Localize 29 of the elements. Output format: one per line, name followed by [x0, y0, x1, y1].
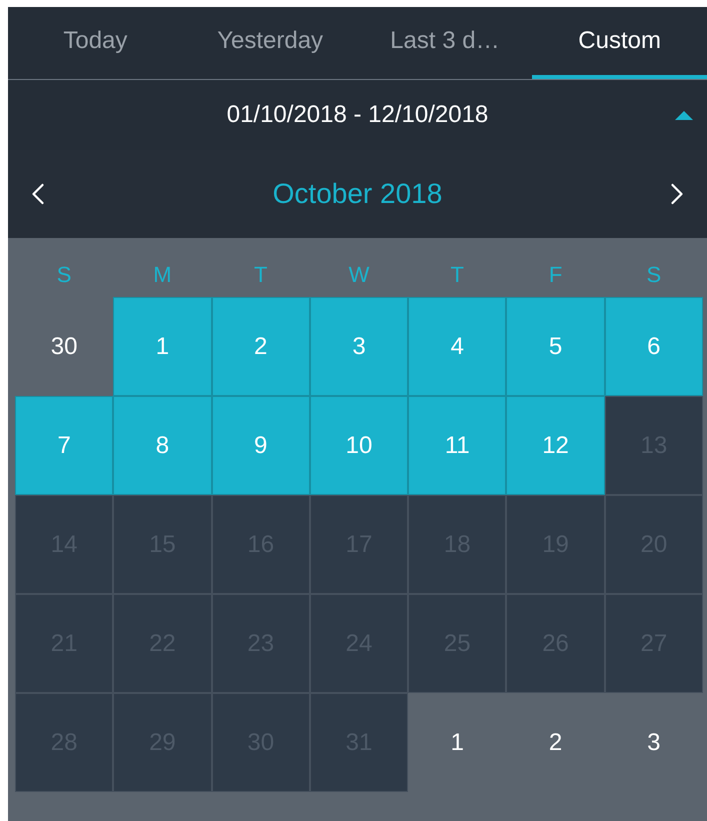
calendar-day[interactable]: 9 — [212, 396, 310, 495]
weekday-label: S — [646, 261, 662, 289]
month-title: October 2018 — [272, 177, 442, 211]
calendar-day[interactable]: 12 — [506, 396, 605, 495]
calendar-day[interactable]: 3 — [604, 693, 703, 792]
calendar-day[interactable]: 2 — [506, 693, 605, 792]
calendar-day[interactable]: 3 — [310, 297, 408, 396]
date-tab[interactable]: Today — [8, 7, 183, 79]
weekday-label: W — [348, 261, 370, 289]
calendar-day[interactable]: 8 — [113, 396, 212, 495]
date-range-toggle[interactable]: 01/10/2018 - 12/10/2018 — [226, 97, 488, 133]
calendar-day[interactable]: 1 — [113, 297, 212, 396]
date-tab[interactable]: Yesterday — [182, 7, 358, 79]
weekday-label: M — [152, 261, 173, 289]
calendar-day[interactable]: 2 — [212, 297, 310, 396]
calendar-day[interactable]: 11 — [408, 396, 506, 495]
weekday-label: T — [450, 261, 465, 289]
caret-up-icon[interactable] — [675, 110, 693, 120]
date-tab[interactable]: Last 3 d… — [358, 7, 532, 79]
calendar-day[interactable]: 5 — [506, 297, 605, 396]
calendar-day[interactable]: 10 — [310, 396, 408, 495]
weekday-label: F — [548, 261, 564, 289]
calendar-day[interactable]: 1 — [408, 693, 506, 792]
calendar-day[interactable]: 7 — [15, 396, 114, 495]
calendar-day[interactable]: 4 — [408, 297, 506, 396]
calendar-day[interactable]: 6 — [604, 297, 703, 396]
weekday-label: T — [252, 261, 268, 289]
calendar-day[interactable]: 30 — [15, 297, 114, 396]
weekday-label: S — [56, 261, 72, 289]
